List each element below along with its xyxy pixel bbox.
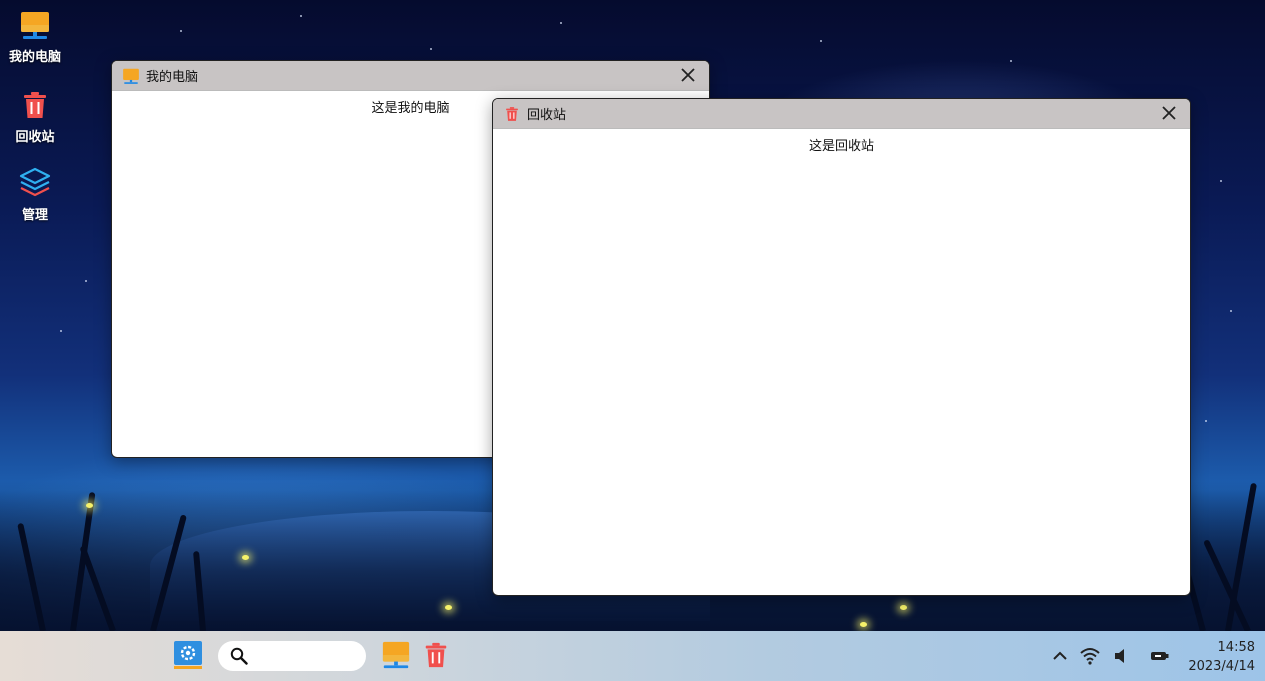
window-content-text: 这是回收站 [808,139,874,154]
desktop-icon-label: 管理 [21,208,48,223]
taskbar-settings-button[interactable] [173,640,203,674]
firefly [445,605,452,610]
taskbar-recycle-bin-button[interactable] [422,641,450,673]
window-body: 这是回收站 [493,129,1190,595]
desktop: 我的电脑 回收站 管理 我的电脑 这是我的电脑 回收站 这是回收站 14:58 … [0,0,1265,681]
firefly [86,503,93,508]
desktop-icon-manage[interactable]: 管理 [0,166,70,223]
star [300,15,302,17]
search-input[interactable] [252,647,356,665]
clock-time: 14:58 [1217,640,1255,655]
trash-icon [18,88,52,122]
star [180,30,182,32]
window-title: 回收站 [527,108,567,123]
computer-icon [18,8,52,42]
clock-date: 2023/4/14 [1188,659,1255,674]
star [1010,60,1012,62]
firefly [900,605,907,610]
search-icon [230,647,248,665]
firefly [242,555,249,560]
chevron-up-icon[interactable] [1050,646,1070,666]
firefly [860,622,867,627]
star [560,22,562,24]
desktop-icon-label: 回收站 [15,130,55,145]
desktop-icon-recycle-bin[interactable]: 回收站 [0,88,70,145]
star [1230,310,1232,312]
volume-icon[interactable] [1112,646,1132,666]
battery-icon[interactable] [1150,646,1170,666]
clock[interactable]: 14:58 2023/4/14 [1188,638,1255,676]
star [85,280,87,282]
window-recycle-bin[interactable]: 回收站 这是回收站 [492,98,1191,596]
star [430,48,432,50]
taskbar: 14:58 2023/4/14 [0,631,1265,681]
trash-icon [503,105,521,123]
wifi-icon[interactable] [1080,646,1100,666]
star [820,40,822,42]
desktop-icon-label: 我的电脑 [8,50,61,65]
layers-icon [18,166,52,200]
star [60,330,62,332]
trash-icon [422,641,450,673]
window-titlebar[interactable]: 我的电脑 [112,61,709,91]
computer-icon [381,640,411,674]
taskbar-my-computer-button[interactable] [381,641,411,673]
search-box[interactable] [218,641,366,671]
close-icon[interactable] [1160,104,1178,122]
settings-icon [173,640,203,674]
window-title: 我的电脑 [146,70,199,85]
window-titlebar[interactable]: 回收站 [493,99,1190,129]
star [1220,180,1222,182]
computer-icon [122,67,140,85]
close-icon[interactable] [679,66,697,84]
desktop-icon-my-computer[interactable]: 我的电脑 [0,8,70,65]
star [1205,420,1207,422]
